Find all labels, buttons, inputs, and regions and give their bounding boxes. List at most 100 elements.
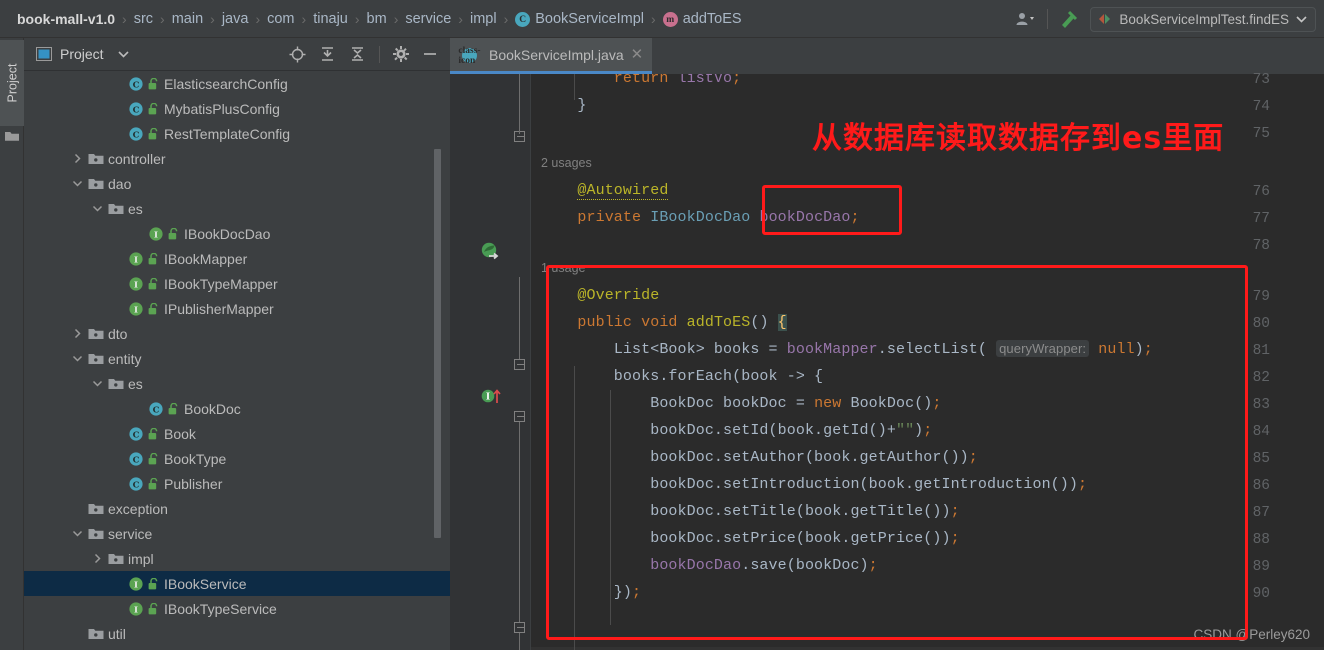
tree-node-label: dao — [108, 175, 132, 192]
tree-node-label: BookType — [164, 450, 227, 467]
breadcrumb-project[interactable]: book-mall-v1.0 — [14, 11, 118, 27]
toolbar-right: BookServiceImplTest.findES — [1015, 0, 1316, 38]
line-number-77: 77 — [1252, 211, 1270, 227]
interface-icon: I — [129, 301, 143, 316]
breadcrumb-item-class[interactable]: C BookServiceImpl — [512, 11, 647, 27]
code-line-77: private IBookDocDao bookDocDao; — [541, 209, 860, 226]
breadcrumb-item-bm[interactable]: bm — [364, 11, 390, 27]
svg-text:C: C — [133, 480, 140, 490]
tool-window-tab-project[interactable]: Project — [0, 40, 24, 126]
lock-icon — [148, 602, 158, 614]
chevron-expanded-icon — [92, 205, 103, 212]
tree-node-booktype[interactable]: C BookType — [24, 446, 450, 471]
code-line-84: bookDoc.setId(book.getId()+""); — [541, 422, 933, 439]
tree-node-publisher[interactable]: C Publisher — [24, 471, 450, 496]
line-number-76: 76 — [1252, 184, 1270, 200]
tree-node-bookdoc[interactable]: C BookDoc — [24, 396, 450, 421]
tree-arrow-spacer — [111, 277, 124, 290]
chevron-down-icon — [1296, 16, 1307, 23]
usages-hint-method[interactable]: 1 usage — [541, 261, 585, 275]
tree-node-ipublishermapper[interactable]: I IPublisherMapper — [24, 296, 450, 321]
run-configuration-selector[interactable]: BookServiceImplTest.findES — [1090, 6, 1316, 32]
tree-node-dto[interactable]: dto — [24, 321, 450, 346]
svg-text:C: C — [133, 430, 140, 440]
fold-marker[interactable] — [514, 622, 525, 633]
breadcrumb-item-impl[interactable]: impl — [467, 11, 500, 27]
spring-bean-icon[interactable] — [481, 242, 500, 260]
tree-node-exception[interactable]: exception — [24, 496, 450, 521]
collapse-all-icon[interactable] — [349, 46, 366, 63]
tree-node-es[interactable]: es — [24, 196, 450, 221]
package-icon — [108, 553, 124, 564]
interface-icon: I — [129, 251, 143, 266]
code-line-87: bookDoc.setTitle(book.getTitle()); — [541, 503, 960, 520]
breadcrumb-item-src[interactable]: src — [131, 11, 156, 27]
tree-node-label: entity — [108, 350, 142, 367]
build-button[interactable] — [1058, 9, 1080, 29]
line-number-87: 87 — [1252, 505, 1270, 521]
breadcrumb-item-com[interactable]: com — [264, 11, 297, 27]
chevron-collapsed-icon — [74, 153, 81, 164]
run-configuration-label: BookServiceImplTest.findES — [1119, 11, 1289, 27]
usages-hint-field[interactable]: 2 usages — [541, 156, 592, 170]
tree-node-impl[interactable]: impl — [24, 546, 450, 571]
gear-icon[interactable] — [393, 46, 409, 62]
tree-node-entity[interactable]: entity — [24, 346, 450, 371]
tree-node-ibooktypeservice[interactable]: I IBookTypeService — [24, 596, 450, 621]
tree-node-es[interactable]: es — [24, 371, 450, 396]
tree-node-ibookdocdao[interactable]: I IBookDocDao — [24, 221, 450, 246]
tree-node-resttemplateconfig[interactable]: C RestTemplateConfig — [24, 121, 450, 146]
breadcrumb-item-service[interactable]: service — [402, 11, 454, 27]
locate-icon[interactable] — [289, 46, 306, 63]
line-number-81: 81 — [1252, 343, 1270, 359]
tree-node-mybatisplusconfig[interactable]: C MybatisPlusConfig — [24, 96, 450, 121]
tree-node-dao[interactable]: dao — [24, 171, 450, 196]
code-line-73: return listVo; — [541, 74, 742, 87]
tree-arrow-spacer — [71, 627, 84, 640]
tree-arrow-spacer — [111, 77, 124, 90]
editor-fold-column[interactable] — [510, 74, 530, 650]
fold-marker[interactable] — [514, 411, 525, 422]
project-tree-scrollbar[interactable] — [434, 149, 441, 538]
user-button[interactable] — [1015, 11, 1037, 27]
editor-tab-bookserviceimpl[interactable]: class-icon BookServiceImpl.java ✕ — [450, 38, 653, 74]
tree-node-book[interactable]: C Book — [24, 421, 450, 446]
implementing-method-icon[interactable]: I — [481, 387, 503, 405]
run-config-icon — [1099, 14, 1111, 24]
code-text-area[interactable]: return listVo; } 2 usages @Autowired pri… — [531, 74, 1324, 650]
package-icon — [88, 528, 104, 539]
lock-icon — [148, 77, 158, 89]
tree-node-ibookmapper[interactable]: I IBookMapper — [24, 246, 450, 271]
close-icon[interactable]: ✕ — [631, 47, 644, 62]
tree-node-label: IBookTypeService — [164, 600, 277, 617]
project-tree[interactable]: C ElasticsearchConfig C MybatisPlusConfig C R… — [24, 71, 450, 650]
tree-node-label: Book — [164, 425, 196, 442]
svg-text:I: I — [486, 393, 490, 403]
lock-icon — [148, 452, 158, 464]
expand-all-icon[interactable] — [319, 46, 336, 63]
interface-icon: I — [129, 601, 143, 616]
tree-node-label: ElasticsearchConfig — [164, 75, 288, 92]
code-line-88: bookDoc.setPrice(book.getPrice()); — [541, 530, 960, 547]
tree-node-label: Publisher — [164, 475, 223, 492]
class-icon: C — [129, 101, 143, 116]
tree-node-service[interactable]: service — [24, 521, 450, 546]
fold-line — [519, 277, 520, 361]
lock-icon — [148, 277, 158, 289]
tree-node-elasticsearchconfig[interactable]: C ElasticsearchConfig — [24, 71, 450, 96]
chevron-down-icon[interactable] — [118, 50, 129, 58]
tree-node-controller[interactable]: controller — [24, 146, 450, 171]
breadcrumb-item-tinaju[interactable]: tinaju — [310, 11, 351, 27]
folder-icon — [5, 132, 19, 141]
minimize-icon[interactable] — [422, 46, 438, 62]
svg-text:I: I — [154, 230, 158, 240]
fold-marker[interactable] — [514, 359, 525, 370]
package-icon — [88, 353, 104, 364]
breadcrumb-item-method[interactable]: m addToES — [660, 11, 745, 27]
breadcrumb-item-java[interactable]: java — [219, 11, 252, 27]
project-panel-toolbar — [289, 45, 450, 63]
tree-node-util[interactable]: util — [24, 621, 450, 646]
breadcrumb-item-main[interactable]: main — [169, 11, 206, 27]
tree-node-ibookservice[interactable]: I IBookService — [24, 571, 450, 596]
tree-node-ibooktypemapper[interactable]: I IBookTypeMapper — [24, 271, 450, 296]
